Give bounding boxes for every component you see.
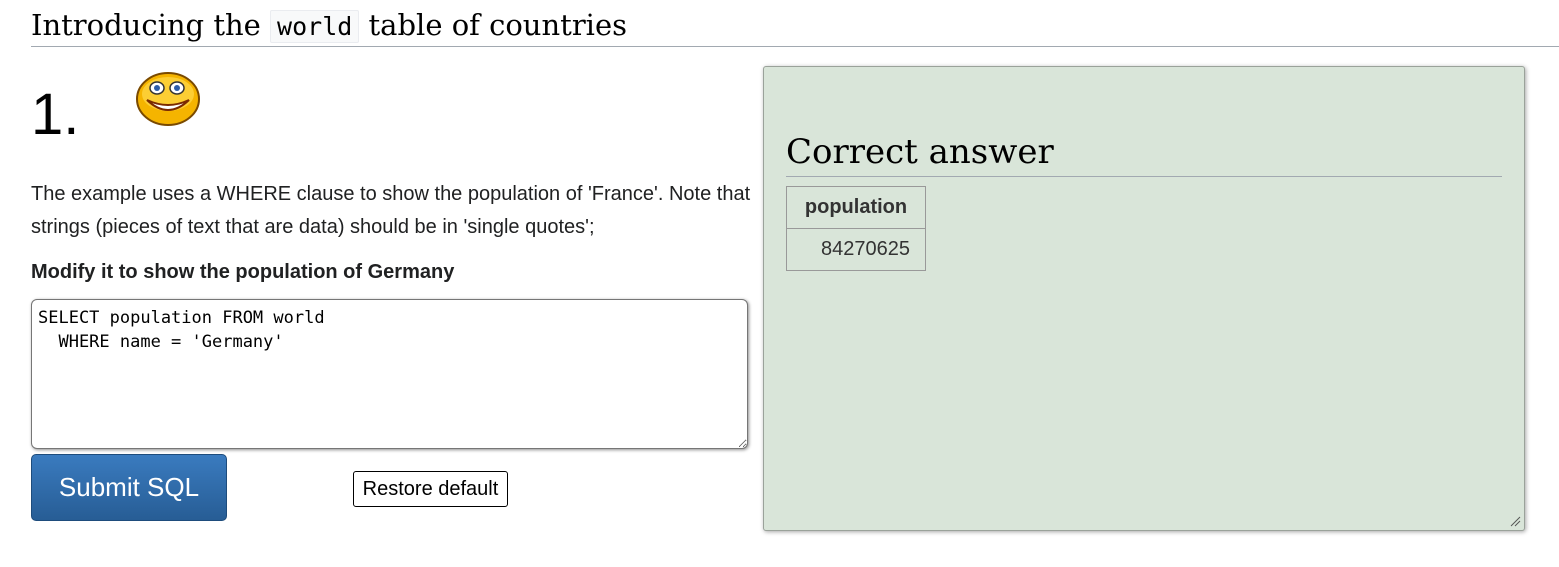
page-heading: Introducing the world table of countries: [31, 4, 1559, 47]
question-number: 1.: [31, 82, 80, 147]
sql-editor[interactable]: SELECT population FROM world WHERE name …: [31, 299, 748, 449]
table-row: 84270625: [786, 228, 926, 271]
heading-text-before: Introducing the: [31, 8, 261, 42]
table-name-code: world: [270, 10, 360, 43]
table-header-row: population: [786, 186, 926, 229]
answer-title: Correct answer: [786, 129, 1502, 177]
answer-panel: Correct answer population 84270625: [763, 66, 1525, 531]
submit-sql-button[interactable]: Submit SQL: [31, 454, 227, 521]
restore-default-button[interactable]: Restore default: [353, 471, 508, 507]
question-instruction: Modify it to show the population of Germ…: [31, 261, 455, 283]
result-table: population 84270625: [786, 186, 926, 271]
resize-grip-icon[interactable]: [1509, 515, 1521, 527]
question-description: The example uses a WHERE clause to show …: [31, 183, 751, 238]
column-header: population: [786, 186, 926, 229]
heading-text-after: table of countries: [368, 8, 627, 42]
smiley-face-icon: [136, 72, 200, 126]
table-cell: 84270625: [786, 228, 926, 271]
